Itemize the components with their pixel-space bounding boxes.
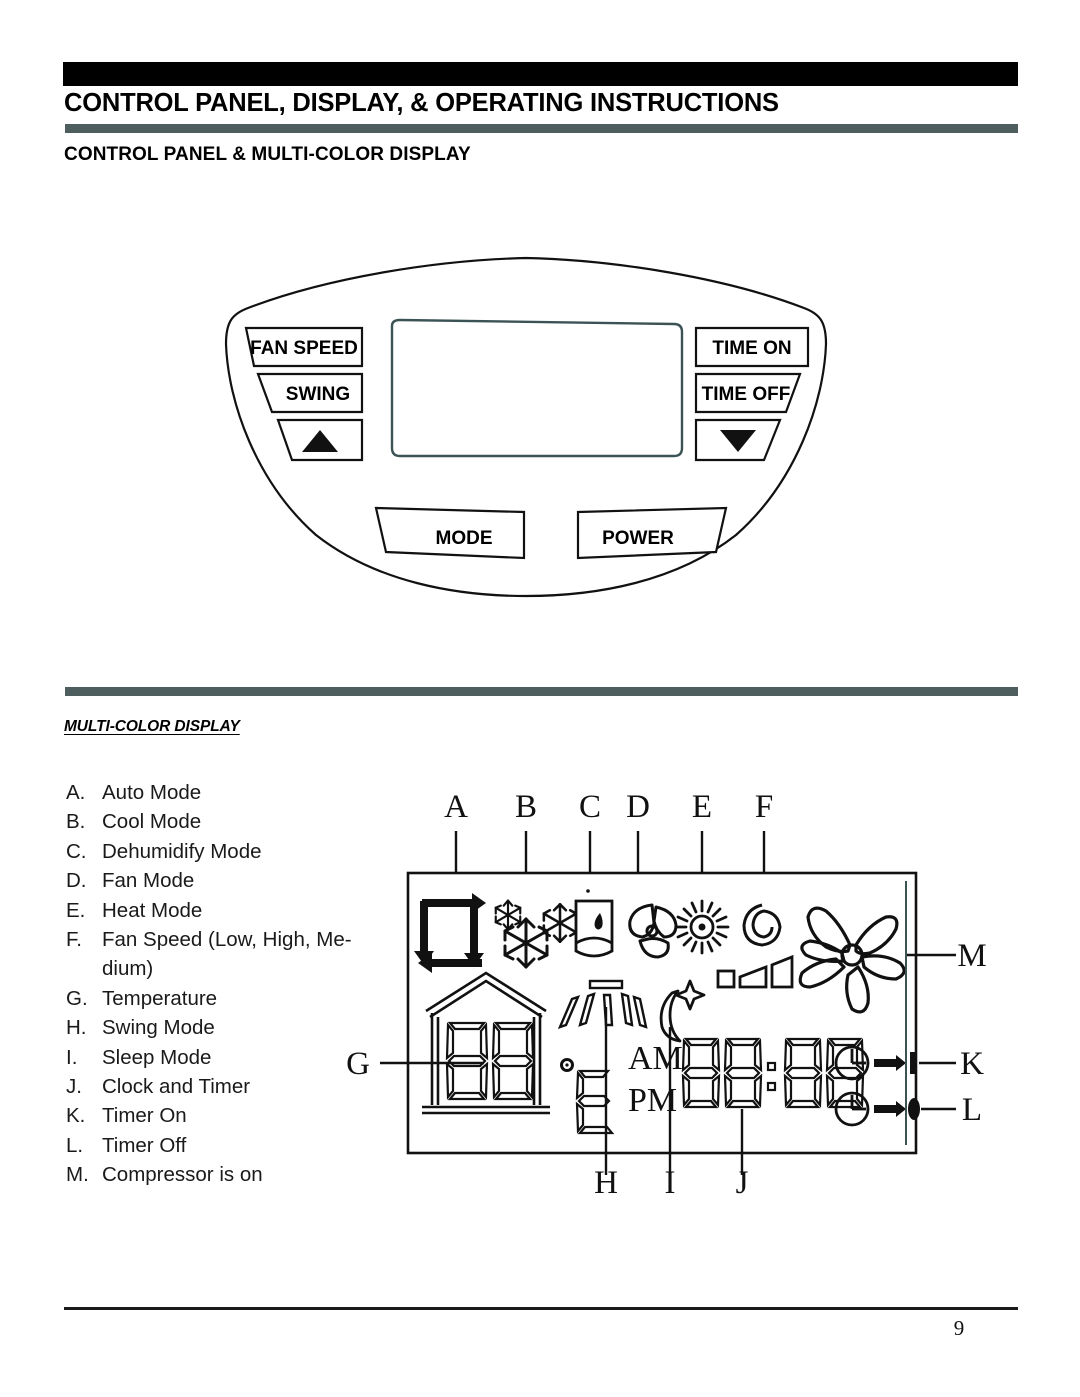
legend-letter [66,954,102,983]
legend-letter: I. [66,1045,78,1069]
list-item: H. Swing Mode [66,1013,396,1042]
power-button-label: POWER [602,528,674,549]
fan-speed-button-label: FAN SPEED [250,338,358,359]
list-item: G. Temperature [66,984,396,1013]
swing-button-label: SWING [286,384,350,405]
legend-text: Auto Mode [102,781,202,804]
section-title: CONTROL PANEL & MULTI-COLOR DISPLAY [64,144,471,165]
temperature-down-button[interactable] [694,418,782,462]
am-indicator: AM [628,1040,683,1077]
legend-text: Cool Mode [102,810,202,834]
sun-heat-icon [674,899,730,955]
control-panel-illustration: FAN SPEED SWING TIME ON TIME OFF MODE PO… [196,252,856,602]
legend-text: Compressor is on [102,1163,263,1187]
fan-speed-button[interactable]: FAN SPEED [244,326,364,368]
mode-button[interactable]: MODE [374,506,526,560]
panel-display-window [390,318,684,458]
time-off-button-label: TIME OFF [702,384,791,405]
header-divider-rule [65,124,1018,133]
temperature-up-button[interactable] [276,418,364,462]
list-item: A. Auto Mode [66,778,396,807]
legend-text: Timer On [102,1104,187,1128]
callout-f: F [755,789,773,825]
legend-letter: M. [66,1163,89,1187]
legend-text: Temperature [102,986,218,1010]
callout-m: M [957,938,986,974]
list-item: K. Timer On [66,1101,396,1130]
callout-i: I [665,1165,676,1201]
legend-text: Dehumidify Mode [102,839,262,863]
callout-b: B [515,789,537,825]
legend-letter: G. [66,986,88,1010]
legend-text: Timer Off [102,1133,187,1157]
list-item: B. Cool Mode [66,807,396,836]
legend-letter: H. [66,1016,87,1040]
callout-d: D [626,789,650,825]
legend-letter: A. [66,781,86,804]
list-item: E. Heat Mode [66,896,396,925]
legend-list: A. Auto Mode B. Cool Mode C. Dehumidify … [66,778,396,1190]
time-on-button[interactable]: TIME ON [694,326,810,368]
legend-letter: F. [66,928,82,952]
list-item: M. Compressor is on [66,1160,396,1189]
mode-button-label: MODE [436,528,493,549]
list-item: L. Timer Off [66,1131,396,1160]
legend-letter: E. [66,898,86,922]
multicolor-divider-rule [65,687,1018,696]
legend-text: Heat Mode [102,898,203,922]
callout-l: L [962,1092,982,1128]
header-black-bar [63,62,1018,86]
callout-g: G [346,1046,370,1082]
legend-text: Fan Mode [102,869,195,893]
callout-k: K [960,1046,984,1082]
legend-letter: J. [66,1075,82,1099]
callout-h: H [594,1165,618,1201]
list-item: C. Dehumidify Mode [66,837,396,866]
page-number: 9 [953,1316,965,1340]
legend-letter: D. [66,869,87,893]
lcd-display-diagram: A B C D E F AM PM M K L G H I J [346,775,1020,1201]
callout-j: J [736,1165,749,1201]
multicolor-display-title: MULTI-COLOR DISPLAY [64,718,240,735]
callout-e: E [692,789,712,825]
callout-a: A [444,789,468,825]
list-item: F. Fan Speed (Low, High, Me- [66,925,396,954]
list-item: D. Fan Mode [66,866,396,895]
legend-letter: K. [66,1104,86,1128]
legend-letter: C. [66,839,87,863]
legend-text: Swing Mode [102,1016,215,1040]
callout-c: C [579,789,601,825]
legend-text: dium) [102,957,154,981]
power-button[interactable]: POWER [576,506,728,560]
time-on-button-label: TIME ON [712,338,791,359]
page-title: CONTROL PANEL, DISPLAY, & OPERATING INST… [64,89,779,117]
legend-letter: B. [66,810,86,834]
footer-divider-rule [64,1307,1018,1310]
time-off-button[interactable]: TIME OFF [694,372,802,414]
list-item-continuation: dium) [66,954,396,983]
legend-text: Fan Speed (Low, High, Me- [102,928,352,952]
legend-letter: L. [66,1133,84,1157]
swing-button[interactable]: SWING [256,372,364,414]
